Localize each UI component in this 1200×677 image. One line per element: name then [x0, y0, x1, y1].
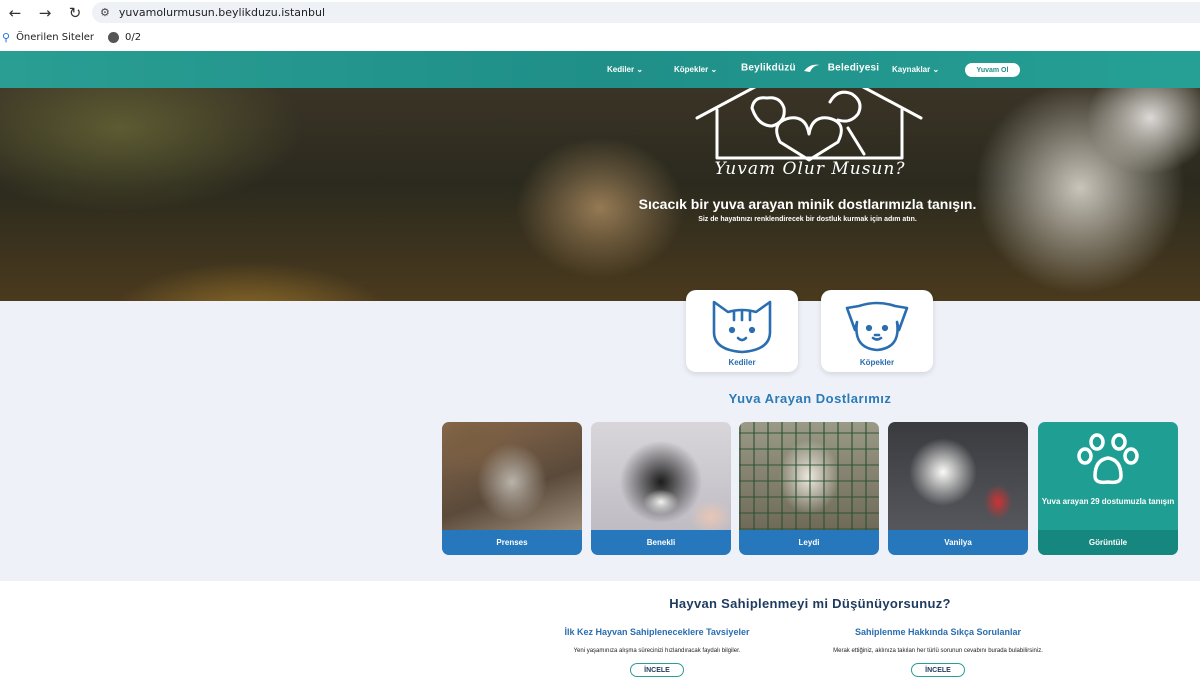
- bookmark-label: 0/2: [125, 32, 142, 43]
- pet-name: Benekli: [591, 530, 731, 555]
- pet-card[interactable]: Benekli: [591, 422, 731, 555]
- first-time-tips-text: Yeni yaşamınıza alışma sürecinizi hızlan…: [573, 648, 741, 654]
- paw-icon: [1077, 433, 1139, 485]
- chevron-down-icon: ⌄: [636, 65, 644, 74]
- pet-photo: [591, 422, 731, 530]
- back-button[interactable]: ←: [0, 0, 30, 26]
- chevron-down-icon: ⌄: [932, 65, 940, 74]
- pet-photo: [888, 422, 1028, 530]
- pet-name: Prenses: [442, 530, 582, 555]
- view-button[interactable]: Görüntüle: [1038, 530, 1178, 555]
- faq-title: Sahiplenme Hakkında Sıkça Sorulanlar: [854, 627, 1022, 637]
- nav-cats[interactable]: Kediler ⌄: [607, 65, 643, 74]
- adopt-button[interactable]: Yuvam Ol: [965, 63, 1020, 77]
- pet-photo: [442, 422, 582, 530]
- pet-name: Vanilya: [888, 530, 1028, 555]
- globe-icon: [108, 32, 120, 43]
- reload-button[interactable]: ↻: [60, 0, 90, 26]
- adoption-section-title: Hayvan Sahiplenmeyi mi Düşünüyorsunuz?: [669, 596, 951, 611]
- site-info-icon[interactable]: ⚙: [100, 6, 110, 19]
- nav-resources[interactable]: Kaynaklar ⌄: [892, 65, 939, 74]
- logo-text-right: Belediyesi: [827, 62, 880, 74]
- dog-icon: [845, 301, 909, 352]
- search-icon: ⚲: [2, 31, 11, 44]
- chevron-down-icon: ⌄: [710, 65, 718, 74]
- category-label: Köpekler: [859, 358, 895, 367]
- swoosh-icon: [803, 64, 820, 72]
- bookmarks-bar: ⚲ Önerilen Siteler 0/2: [0, 26, 1200, 49]
- nav-dogs[interactable]: Köpekler ⌄: [674, 65, 717, 74]
- bookmark-suggested-sites[interactable]: ⚲ Önerilen Siteler: [2, 31, 94, 44]
- pet-card[interactable]: Prenses: [442, 422, 582, 555]
- arrow-right-icon: →: [38, 4, 52, 22]
- category-card-cats[interactable]: Kediler: [686, 290, 798, 372]
- first-time-tips-title: İlk Kez Hayvan Sahipleneceklere Tavsiyel…: [564, 627, 750, 637]
- browser-toolbar: ← → ↻ ⚙ yuvamolurmusun.beylikduzu.istanb…: [0, 0, 1200, 26]
- category-card-dogs[interactable]: Köpekler: [821, 290, 933, 372]
- nav-label: Kediler: [607, 65, 635, 74]
- see-all-card[interactable]: Yuva arayan 29 dostumuzla tanışın Görünt…: [1038, 422, 1178, 555]
- bookmark-label: Önerilen Siteler: [16, 32, 95, 43]
- address-bar[interactable]: ⚙ yuvamolurmusun.beylikduzu.istanbul: [92, 2, 1200, 23]
- pets-section-title: Yuva Arayan Dostlarımız: [728, 391, 892, 406]
- reload-icon: ↻: [68, 4, 82, 22]
- faq-text: Merak ettiğiniz, aklınıza takılan her tü…: [833, 648, 1043, 654]
- nav-label: Köpekler: [674, 65, 709, 74]
- arrow-left-icon: ←: [8, 4, 22, 22]
- bookmark-folder[interactable]: 0/2: [108, 32, 141, 43]
- hero-script-title: Yuvam Olur Musun?: [714, 159, 906, 179]
- pet-photo: [739, 422, 879, 530]
- pet-card[interactable]: Vanilya: [888, 422, 1028, 555]
- logo-text-left: Beylikdüzü: [741, 62, 796, 74]
- site-navbar: Kediler ⌄ Köpekler ⌄ Beylikdüzü Belediye…: [0, 51, 1200, 88]
- category-label: Kediler: [728, 358, 756, 367]
- pet-card[interactable]: Leydi: [739, 422, 879, 555]
- see-all-text: Yuva arayan 29 dostumuzla tanışın: [1041, 497, 1175, 506]
- cat-icon: [712, 300, 772, 354]
- pet-name: Leydi: [739, 530, 879, 555]
- hero-banner: Yuvam Olur Musun? Sıcacık bir yuva araya…: [0, 88, 1200, 301]
- forward-button[interactable]: →: [30, 0, 60, 26]
- url-text: yuvamolurmusun.beylikduzu.istanbul: [118, 6, 326, 19]
- nav-label: Kaynaklar: [892, 65, 931, 74]
- hero-subtitle: Siz de hayatınızı renklendirecek bir dos…: [698, 216, 917, 223]
- municipality-logo[interactable]: Beylikdüzü Belediyesi: [741, 62, 879, 74]
- hero-title: Sıcacık bir yuva arayan minik dostlarımı…: [638, 196, 977, 212]
